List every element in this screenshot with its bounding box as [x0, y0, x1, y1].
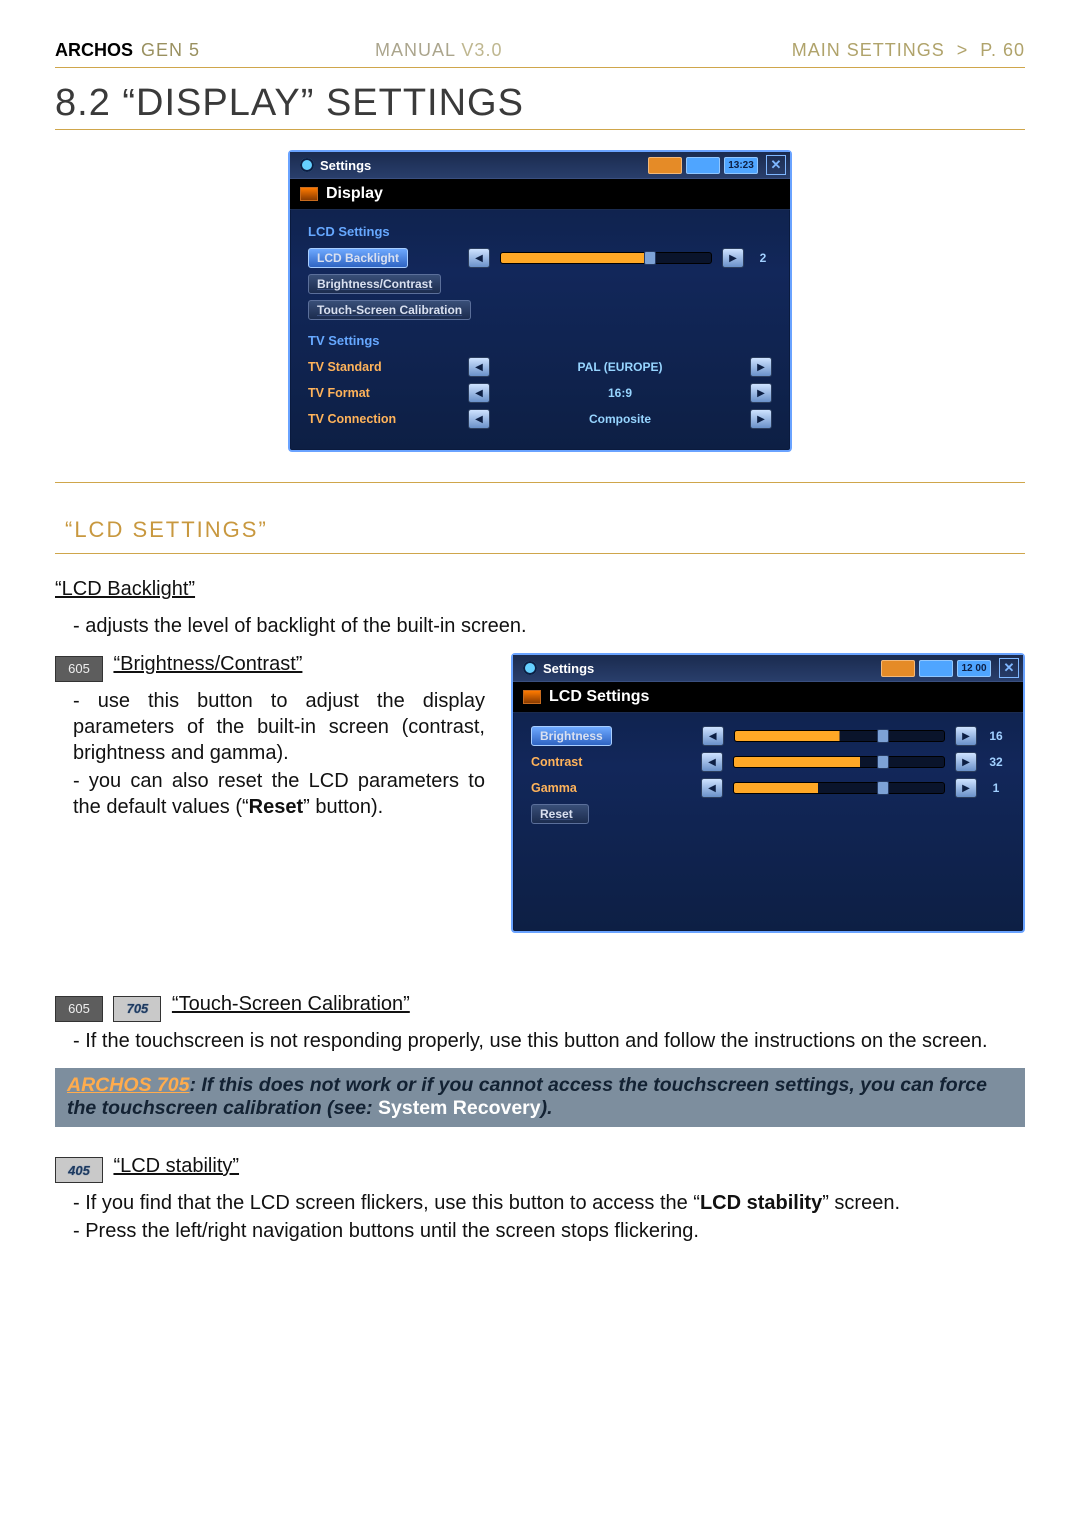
display-icon — [300, 187, 318, 201]
item-lcd-backlight-title: “LCD Backlight” — [55, 578, 195, 601]
arrow-left-icon[interactable]: ◀ — [468, 248, 490, 268]
arrow-right-icon[interactable]: ▶ — [750, 357, 772, 377]
arrow-right-icon[interactable]: ▶ — [750, 409, 772, 429]
window-title: Settings — [543, 661, 594, 676]
note-archos-705: ARCHOS 705: If this does not work or if … — [55, 1068, 1025, 1127]
clock: 12 00 — [957, 660, 991, 677]
arrow-right-icon[interactable]: ▶ — [722, 248, 744, 268]
panel-title: Display — [290, 179, 790, 210]
arrow-right-icon[interactable]: ▶ — [750, 383, 772, 403]
body-text: use this button to adjust the display pa… — [55, 688, 485, 820]
close-icon[interactable]: ✕ — [999, 658, 1019, 678]
tv-standard-label: TV Standard — [308, 360, 408, 374]
model-badge-705: 705 — [113, 996, 161, 1022]
gamma-slider[interactable] — [733, 782, 945, 794]
screenshot-display-settings: Settings 13:23 ✕ Display LCD Settings LC… — [288, 150, 792, 452]
contrast-label: Contrast — [531, 755, 603, 769]
status-icon — [648, 157, 682, 174]
section-title: 8.2 “DISPLAY” SETTINGS — [55, 82, 1025, 125]
close-icon[interactable]: ✕ — [766, 155, 786, 175]
contrast-slider[interactable] — [733, 756, 945, 768]
gamma-value: 1 — [987, 781, 1005, 795]
page-header: ARCHOS GEN 5 MANUAL V3.0 MAIN SETTINGS >… — [55, 40, 1025, 68]
item-touch-title: “Touch-Screen Calibration” — [172, 993, 410, 1016]
contrast-value: 32 — [987, 755, 1005, 769]
tv-connection-label: TV Connection — [308, 412, 408, 426]
panel-title: LCD Settings — [513, 682, 1023, 713]
display-icon — [523, 690, 541, 704]
model-badge-605: 605 — [55, 656, 103, 682]
arrow-left-icon[interactable]: ◀ — [701, 752, 723, 772]
gear-icon — [300, 158, 314, 172]
lcd-backlight-button[interactable]: LCD Backlight — [308, 248, 408, 268]
model-badge-405: 405 — [55, 1157, 103, 1183]
subsection-heading: “LCD SETTINGS” — [65, 517, 1025, 543]
body-text: If the touchscreen is not responding pro… — [55, 1028, 1025, 1054]
clock: 13:23 — [724, 157, 758, 174]
gamma-label: Gamma — [531, 781, 603, 795]
body-text: If you find that the LCD screen flickers… — [55, 1190, 1025, 1244]
tv-standard-value: PAL (EUROPE) — [500, 360, 740, 374]
status-icon — [919, 660, 953, 677]
gen-label: GEN 5 — [141, 40, 200, 61]
backlight-slider[interactable] — [500, 252, 712, 264]
item-stability-title: “LCD stability” — [113, 1155, 239, 1178]
reset-button[interactable]: Reset — [531, 804, 589, 824]
brightness-button[interactable]: Brightness — [531, 726, 612, 746]
tv-format-value: 16:9 — [500, 386, 740, 400]
tv-format-label: TV Format — [308, 386, 408, 400]
window-title: Settings — [320, 158, 371, 173]
brightness-value: 16 — [987, 729, 1005, 743]
arrow-left-icon[interactable]: ◀ — [702, 726, 724, 746]
arrow-left-icon[interactable]: ◀ — [468, 409, 490, 429]
arrow-right-icon[interactable]: ▶ — [955, 726, 977, 746]
manual-label: MANUAL V3.0 — [375, 40, 502, 61]
arrow-left-icon[interactable]: ◀ — [468, 357, 490, 377]
brightness-contrast-button[interactable]: Brightness/Contrast — [308, 274, 441, 294]
brightness-slider[interactable] — [734, 730, 945, 742]
touch-calibration-button[interactable]: Touch-Screen Calibration — [308, 300, 471, 320]
model-badge-605: 605 — [55, 996, 103, 1022]
arrow-left-icon[interactable]: ◀ — [468, 383, 490, 403]
group-lcd: LCD Settings — [308, 224, 772, 239]
item-brightness-title: “Brightness/Contrast” — [113, 653, 302, 676]
body-text: adjusts the level of backlight of the bu… — [55, 613, 1025, 639]
screenshot-lcd-settings: Settings 12 00 ✕ LCD Settings Brightness… — [511, 653, 1025, 933]
arrow-right-icon[interactable]: ▶ — [955, 752, 977, 772]
breadcrumb: MAIN SETTINGS > P. 60 — [792, 40, 1025, 61]
status-icon — [881, 660, 915, 677]
status-icon — [686, 157, 720, 174]
arrow-right-icon[interactable]: ▶ — [955, 778, 977, 798]
gear-icon — [523, 661, 537, 675]
tv-connection-value: Composite — [500, 412, 740, 426]
group-tv: TV Settings — [308, 333, 772, 348]
brand-logo: ARCHOS — [55, 40, 133, 61]
arrow-left-icon[interactable]: ◀ — [701, 778, 723, 798]
backlight-value: 2 — [754, 251, 772, 265]
